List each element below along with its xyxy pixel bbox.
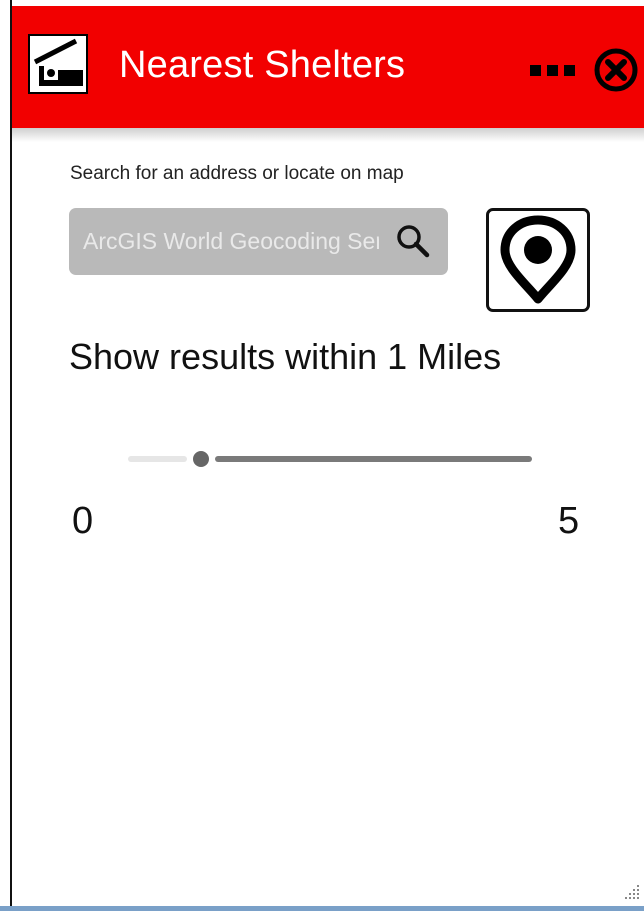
shelter-icon [28,34,88,94]
map-pin-icon [500,215,576,304]
window-top-edge [0,0,644,5]
slider-track-filled [128,456,187,462]
slider-min-label: 0 [72,500,94,542]
close-circle-icon[interactable] [593,47,639,93]
panel-header: Nearest Shelters [12,6,644,128]
search-input[interactable] [69,208,379,275]
shelters-panel: Nearest Shelters Search for an address o… [0,0,644,911]
slider-track-remaining [215,456,532,462]
locate-on-map-button[interactable] [486,208,590,312]
search-box[interactable] [69,208,448,275]
window-bottom-edge [0,906,644,911]
panel-title: Nearest Shelters [119,44,406,86]
distance-slider[interactable] [128,449,532,469]
slider-handle[interactable] [193,451,209,467]
search-label: Search for an address or locate on map [70,163,404,184]
ellipsis-icon[interactable] [530,64,576,76]
resize-grip-icon[interactable] [623,883,641,901]
search-icon[interactable] [395,223,431,259]
radius-label: Show results within 1 Miles [69,336,502,377]
slider-max-label: 5 [558,500,580,542]
header-shadow [12,128,644,142]
